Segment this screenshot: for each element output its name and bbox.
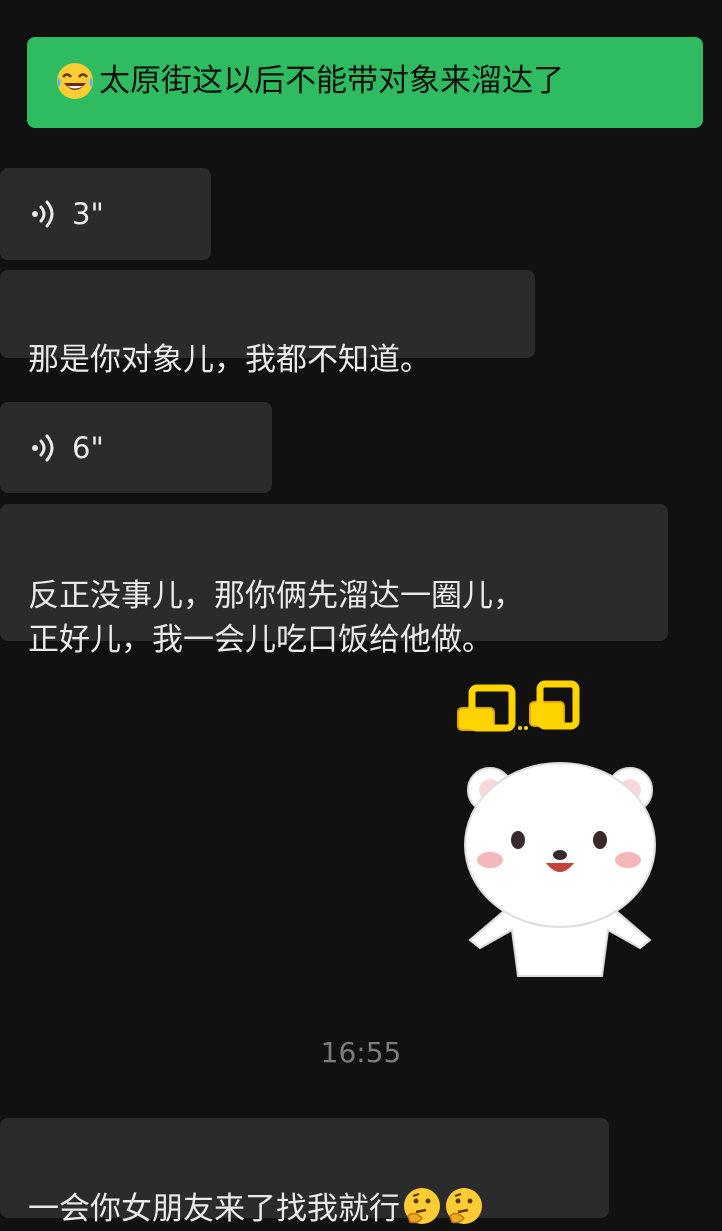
voice-wave-icon — [32, 200, 54, 228]
sent-message-bubble[interactable]: 太原街这以后不能带对象来溜达了 — [27, 37, 703, 128]
voice-duration: 3" — [72, 197, 104, 231]
received-message-text: 那是你对象儿，我都不知道。 — [28, 342, 431, 378]
received-message-text: 一会你女朋友来了找我就行 — [28, 1191, 400, 1227]
voice-duration: 6" — [72, 430, 104, 465]
sent-message-text: 太原街这以后不能带对象来溜达了 — [99, 63, 564, 99]
bear-sticker[interactable] — [450, 680, 670, 980]
voice-message-3s[interactable]: 3" — [0, 168, 211, 260]
tears-of-joy-icon — [57, 63, 93, 99]
thinking-face-icon — [446, 1188, 482, 1224]
sticker-caption-art — [457, 680, 580, 732]
message-timestamp: 16:55 — [320, 1036, 402, 1069]
bear-sticker-image — [457, 680, 656, 977]
received-message-bubble[interactable]: 那是你对象儿，我都不知道。 — [0, 270, 535, 378]
received-message-bubble[interactable]: 一会你女朋友来了找我就行 — [0, 1118, 609, 1227]
received-message-text: 反正没事儿，那你俩先溜达一圈儿， 正好儿，我一会儿吃口饭给他做。 — [28, 578, 524, 658]
voice-wave-icon — [32, 434, 54, 461]
thinking-face-icon — [404, 1188, 440, 1224]
received-message-bubble[interactable]: 反正没事儿，那你俩先溜达一圈儿， 正好儿，我一会儿吃口饭给他做。 — [0, 504, 668, 658]
voice-message-6s[interactable]: 6" — [0, 402, 272, 493]
